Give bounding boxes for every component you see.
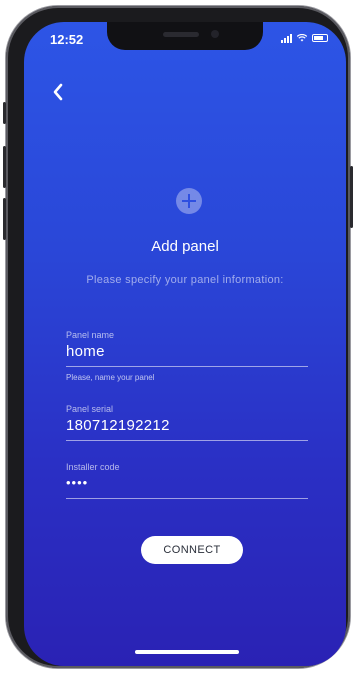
page-title: Add panel <box>151 238 219 255</box>
wifi-icon <box>297 34 307 42</box>
panel-name-hint: Please, name your panel <box>66 373 155 382</box>
panel-name-field[interactable]: Panel name home Please, name your panel <box>66 330 308 382</box>
chevron-left-icon <box>53 83 63 101</box>
installer-code-field[interactable]: Installer code •••• <box>66 462 308 499</box>
status-time: 12:52 <box>50 32 84 47</box>
page-subtitle: Please specify your panel information: <box>86 274 284 286</box>
panel-serial-input[interactable]: 180712192212 <box>66 417 308 435</box>
panel-name-label: Panel name <box>66 330 115 340</box>
silent-switch <box>3 102 6 124</box>
installer-code-label: Installer code <box>66 462 120 472</box>
notch <box>107 22 263 50</box>
plus-circle-icon <box>176 188 202 214</box>
connect-button[interactable]: CONNECT <box>141 536 243 564</box>
app-screen: 12:52 Add panel Please specify your pane… <box>24 22 346 666</box>
home-indicator[interactable] <box>135 650 239 654</box>
signal-icon <box>281 33 292 43</box>
volume-down-button <box>3 198 6 240</box>
panel-serial-label: Panel serial <box>66 404 114 414</box>
volume-up-button <box>3 146 6 188</box>
battery-icon <box>312 34 328 42</box>
panel-name-underline <box>66 366 308 367</box>
speaker <box>163 32 199 37</box>
status-icons <box>281 33 328 43</box>
back-button[interactable] <box>50 82 68 102</box>
power-button <box>350 166 353 228</box>
phone-frame: 12:52 Add panel Please specify your pane… <box>3 6 353 668</box>
panel-serial-field[interactable]: Panel serial 180712192212 <box>66 404 308 441</box>
installer-code-underline <box>66 498 308 499</box>
panel-name-input[interactable]: home <box>66 343 308 361</box>
panel-serial-underline <box>66 440 308 441</box>
installer-code-input[interactable]: •••• <box>66 475 308 493</box>
front-camera <box>211 30 219 38</box>
